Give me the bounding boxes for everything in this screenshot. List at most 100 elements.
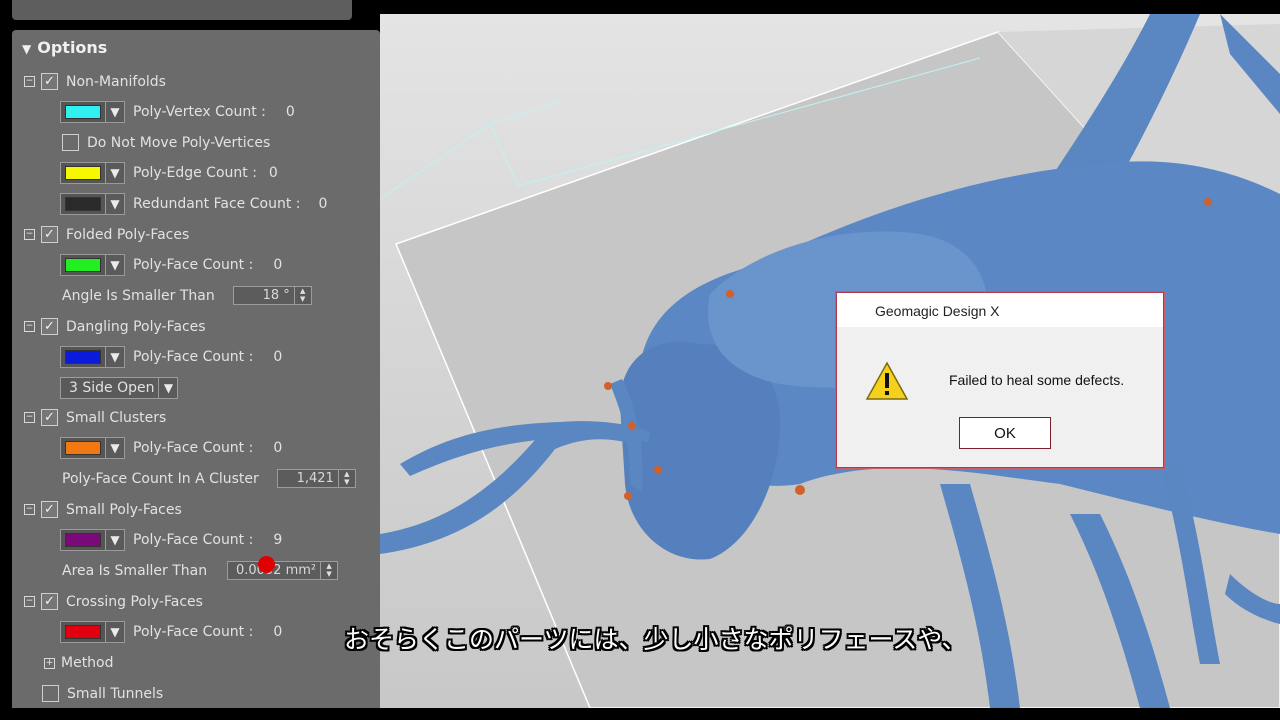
area-label: Area Is Smaller Than: [62, 562, 208, 579]
small-faces-label: Small Poly-Faces: [66, 501, 182, 518]
clusters-count-label: Poly-Face Count :: [133, 440, 254, 456]
color-swatch: [65, 258, 101, 272]
group-crossing: − ✓ Crossing Poly-Faces: [24, 593, 203, 610]
method-row[interactable]: + Method: [44, 655, 114, 671]
defect-mark: [795, 485, 805, 495]
color-swatch: [65, 197, 101, 211]
options-title: Options: [37, 38, 108, 57]
defect-mark: [624, 492, 632, 500]
options-panel: ▼ Options − ✓ Non-Manifolds ▼ Poly-Vertex…: [12, 30, 380, 720]
warning-icon: [865, 361, 909, 400]
small-tunnels-row: Small Tunnels: [42, 685, 163, 702]
collapse-minus-icon[interactable]: −: [24, 229, 35, 240]
color-swatch: [65, 166, 101, 180]
collapse-minus-icon[interactable]: −: [24, 76, 35, 87]
small-clusters-checkbox[interactable]: ✓: [41, 409, 58, 426]
color-swatch: [65, 350, 101, 364]
dropdown-arrow-icon[interactable]: ▼: [105, 347, 124, 367]
group-small-clusters: − ✓ Small Clusters: [24, 409, 166, 426]
folded-count-label: Poly-Face Count :: [133, 257, 254, 273]
crossing-count-value: 0: [273, 624, 283, 640]
folded-count-value: 0: [273, 257, 283, 273]
defect-mark: [628, 422, 636, 430]
small-faces-count-label: Poly-Face Count :: [133, 532, 254, 548]
crossing-color-picker[interactable]: ▼: [60, 621, 125, 643]
bottom-bar: [0, 708, 1280, 720]
options-header[interactable]: ▼ Options: [22, 38, 107, 57]
angle-spinner[interactable]: 18 ° ▲ ▼: [232, 286, 312, 305]
collapse-minus-icon[interactable]: −: [24, 596, 35, 607]
clusters-count-value: 0: [273, 440, 283, 456]
method-label: Method: [61, 655, 114, 671]
dropdown-arrow-icon[interactable]: ▼: [105, 438, 124, 458]
dropdown-arrow-icon[interactable]: ▼: [158, 378, 178, 398]
dropdown-arrow-icon[interactable]: ▼: [105, 530, 124, 550]
clusters-count-row: ▼ Poly-Face Count : 0: [60, 437, 282, 459]
dropdown-arrow-icon[interactable]: ▼: [105, 194, 124, 214]
side-open-value: 3 Side Open: [69, 380, 155, 396]
redundant-color-picker[interactable]: ▼: [60, 193, 125, 215]
poly-edge-color-picker[interactable]: ▼: [60, 162, 125, 184]
cluster-size-spinner[interactable]: 1,421 ▲ ▼: [276, 469, 356, 488]
dropdown-arrow-icon[interactable]: ▼: [105, 102, 124, 122]
poly-edge-row: ▼ Poly-Edge Count : 0: [60, 162, 278, 184]
area-spinner[interactable]: 0.0002 mm² ▲ ▼: [227, 561, 339, 580]
dialog-message: Failed to heal some defects.: [949, 372, 1125, 388]
crossing-label: Crossing Poly-Faces: [66, 593, 203, 610]
color-swatch: [65, 625, 101, 639]
small-faces-color-picker[interactable]: ▼: [60, 529, 125, 551]
dropdown-arrow-icon[interactable]: ▼: [105, 255, 124, 275]
collapse-minus-icon[interactable]: −: [24, 321, 35, 332]
side-open-row: 3 Side Open ▼: [60, 377, 179, 399]
spinner-arrows-icon[interactable]: ▲ ▼: [338, 469, 356, 488]
redundant-label: Redundant Face Count :: [133, 196, 301, 212]
crossing-count-label: Poly-Face Count :: [133, 624, 254, 640]
defect-mark: [604, 382, 612, 390]
collapse-minus-icon[interactable]: −: [24, 504, 35, 515]
poly-edge-value: 0: [268, 165, 278, 181]
dropdown-arrow-icon[interactable]: ▼: [105, 622, 124, 642]
defect-mark: [654, 466, 662, 474]
small-faces-count-value: 9: [273, 532, 283, 548]
small-faces-checkbox[interactable]: ✓: [41, 501, 58, 518]
spinner-arrows-icon[interactable]: ▲ ▼: [294, 286, 312, 305]
guide-line: [489, 123, 519, 187]
collapse-minus-icon[interactable]: −: [24, 412, 35, 423]
folded-checkbox[interactable]: ✓: [41, 226, 58, 243]
poly-vertex-color-picker[interactable]: ▼: [60, 101, 125, 123]
color-swatch: [65, 441, 101, 455]
side-open-select[interactable]: 3 Side Open ▼: [60, 377, 179, 399]
cluster-size-input[interactable]: 1,421: [276, 469, 339, 488]
dangling-color-picker[interactable]: ▼: [60, 346, 125, 368]
ok-button[interactable]: OK: [959, 417, 1051, 449]
small-tunnels-label: Small Tunnels: [67, 685, 164, 702]
defect-mark: [1204, 198, 1212, 206]
crossing-checkbox[interactable]: ✓: [41, 593, 58, 610]
folded-color-picker[interactable]: ▼: [60, 254, 125, 276]
poly-edge-label: Poly-Edge Count :: [133, 165, 257, 181]
non-manifolds-label: Non-Manifolds: [66, 73, 166, 90]
area-row: Area Is Smaller Than 0.0002 mm² ▲ ▼: [62, 561, 339, 580]
clusters-color-picker[interactable]: ▼: [60, 437, 125, 459]
guide-line: [380, 123, 491, 200]
poly-vertex-label: Poly-Vertex Count :: [133, 104, 266, 120]
non-manifolds-checkbox[interactable]: ✓: [41, 73, 58, 90]
expand-plus-icon[interactable]: +: [44, 657, 55, 669]
dropdown-arrow-icon[interactable]: ▼: [105, 163, 124, 183]
spinner-arrows-icon[interactable]: ▲ ▼: [321, 561, 339, 580]
do-not-move-row: Do Not Move Poly-Vertices: [62, 134, 270, 151]
folded-count-row: ▼ Poly-Face Count : 0: [60, 254, 282, 276]
dangling-label: Dangling Poly-Faces: [66, 318, 206, 335]
dialog-title-bar[interactable]: Geomagic Design X: [837, 293, 1163, 327]
angle-input[interactable]: 18 °: [232, 286, 295, 305]
collapse-triangle-icon: ▼: [22, 42, 32, 56]
small-tunnels-checkbox[interactable]: [42, 685, 59, 702]
do-not-move-label: Do Not Move Poly-Vertices: [87, 134, 271, 151]
dangling-checkbox[interactable]: ✓: [41, 318, 58, 335]
color-swatch: [65, 105, 101, 119]
redundant-row: ▼ Redundant Face Count : 0: [60, 193, 327, 215]
group-dangling: − ✓ Dangling Poly-Faces: [24, 318, 206, 335]
do-not-move-checkbox[interactable]: [62, 134, 79, 151]
group-folded: − ✓ Folded Poly-Faces: [24, 226, 189, 243]
dialog-title: Geomagic Design X: [875, 303, 1000, 319]
